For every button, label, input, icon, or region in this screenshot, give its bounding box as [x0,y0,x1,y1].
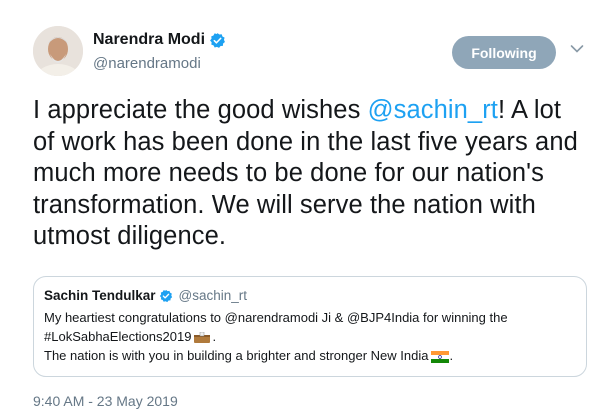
author-name[interactable]: Narendra Modi [93,31,205,49]
quoted-tweet-line: My heartiest congratulations to @narendr… [44,310,508,325]
author-handle[interactable]: @narendramodi [93,55,201,72]
avatar[interactable] [33,26,83,76]
tweet-text-segment: I appreciate the good wishes [33,96,368,124]
mention-link[interactable]: @sachin_rt [368,96,498,124]
india-flag-icon [431,350,450,363]
tweet-text: I appreciate the good wishes @sachin_rt!… [33,95,578,253]
tweet-timestamp[interactable]: 9:40 AM - 23 May 2019 [33,393,178,409]
quoted-tweet-text-end: . [449,348,454,363]
quoted-author-name: Sachin Tendulkar [44,288,156,303]
quoted-tweet-line: The nation is with you in building a bri… [44,348,453,363]
quoted-tweet-text: The nation is with you in building a bri… [44,348,429,363]
quoted-author-handle: @sachin_rt [178,288,248,303]
verified-badge-icon [210,32,225,48]
author-name-row[interactable]: Narendra Modi [93,31,226,49]
ballot-box-icon [194,331,211,343]
quoted-tweet-line: #LokSabhaElections2019. [44,329,216,344]
quoted-tweet[interactable]: Sachin Tendulkar @sachin_rt My heartiest… [33,276,587,377]
verified-badge-icon [159,289,172,302]
hashtag-text: #LokSabhaElections2019 [44,329,192,344]
following-button[interactable]: Following [452,36,556,69]
quoted-tweet-text-end: . [212,329,217,344]
quoted-tweet-header: Sachin Tendulkar @sachin_rt [44,288,247,303]
chevron-down-icon[interactable] [570,44,584,54]
avatar-image [33,26,83,76]
